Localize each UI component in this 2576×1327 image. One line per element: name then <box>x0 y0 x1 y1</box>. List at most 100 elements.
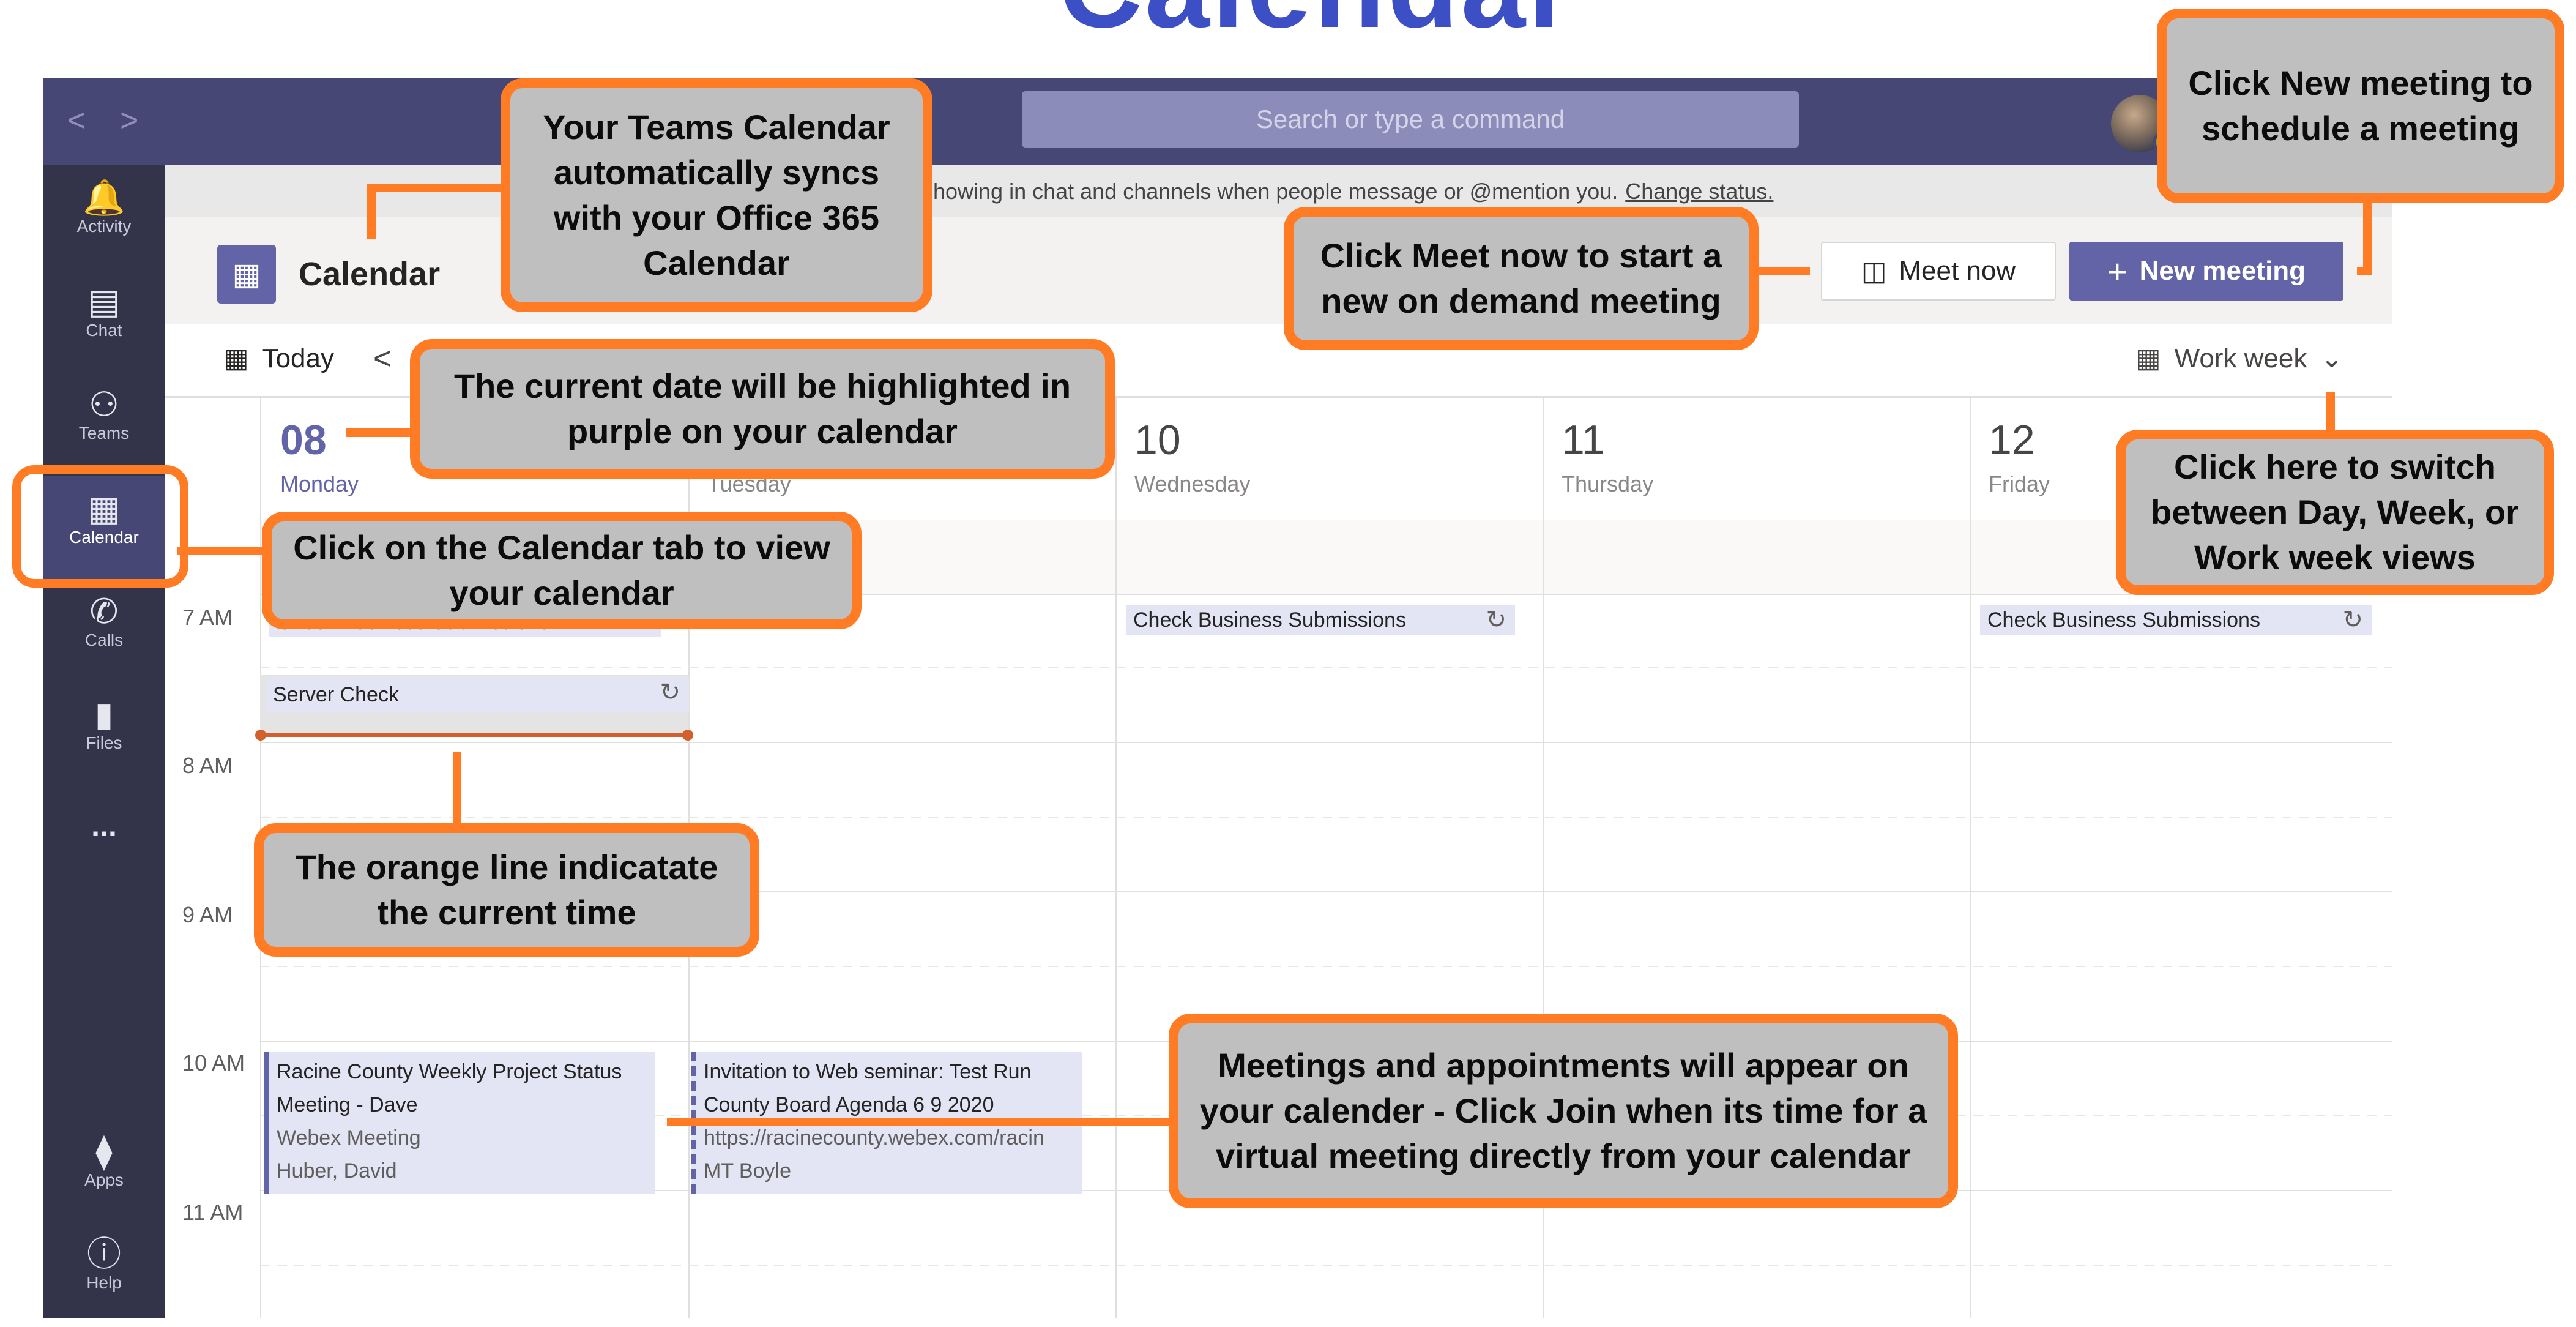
today-button[interactable]: ▦ Today <box>223 343 334 374</box>
event-organizer: Huber, David <box>277 1159 397 1183</box>
day-number: 12 <box>1989 417 2035 463</box>
rail-item-label: Files <box>86 733 122 752</box>
teams-icon: ⚇ <box>88 385 120 424</box>
event-title: Check Business Submissions <box>1987 608 2260 632</box>
day-name: Wednesday <box>1134 471 1251 496</box>
chat-icon: ▤ <box>87 282 121 321</box>
banner-title: Calendar <box>1059 0 1576 54</box>
callout-new-meeting: Click New meeting to schedule a meeting <box>2157 9 2564 203</box>
rail-item-teams[interactable]: ⚇ Teams <box>43 386 165 477</box>
chevron-down-icon: ⌄ <box>2320 343 2343 373</box>
new-meeting-button[interactable]: + New meeting <box>2069 242 2343 301</box>
day-header-thursday[interactable]: 11 Thursday <box>1543 398 1970 502</box>
event-location: Webex Meeting <box>277 1126 421 1149</box>
app-rail: 🔔 Activity ▤ Chat ⚇ Teams ▦ Calendar ✆ C… <box>43 165 165 1318</box>
search-input[interactable]: Search or type a command <box>1022 91 1799 148</box>
more-icon: ... <box>91 809 117 843</box>
file-icon: ▮ <box>94 695 114 733</box>
half-hour-line <box>260 817 2392 818</box>
time-label: 9 AM <box>182 902 233 927</box>
recurring-icon: ↻ <box>2342 607 2363 634</box>
day-number: 10 <box>1134 417 1181 463</box>
callout-switch-view: Click here to switch between Day, Week, … <box>2116 430 2554 595</box>
recurring-icon: ↻ <box>1486 607 1506 634</box>
view-switcher[interactable]: ▦ Work week ⌄ <box>2135 343 2343 374</box>
column-divider <box>1970 398 1971 1318</box>
event-server-check[interactable]: Server Check ↻ <box>266 677 689 712</box>
time-label: 8 AM <box>182 753 233 778</box>
rail-item-label: Help <box>86 1273 122 1292</box>
rail-item-label: Teams <box>78 424 130 443</box>
calendar-app-icon: ▦ <box>217 245 276 304</box>
page-title: Calendar <box>299 256 441 293</box>
day-name: Monday <box>280 471 359 496</box>
rail-item-label: Chat <box>86 321 122 340</box>
event-title: Server Check <box>273 683 399 706</box>
callout-orange-line: The orange line indicatate the current t… <box>254 823 759 957</box>
event-check-business-submissions[interactable]: Check Business Submissions ↻ <box>1980 605 2372 635</box>
meet-now-label: Meet now <box>1899 256 2016 286</box>
leader-line <box>2357 267 2372 275</box>
event-title: Check Business Submissions <box>1133 608 1406 632</box>
previous-week-icon[interactable]: < <box>373 340 392 377</box>
search-placeholder: Search or type a command <box>1256 105 1565 133</box>
leader-line <box>667 1118 1175 1126</box>
callout-calendar-tab: Click on the Calendar tab to view your c… <box>262 512 862 629</box>
day-name: Thursday <box>1562 471 1654 496</box>
forward-arrow-icon[interactable]: > <box>120 102 138 139</box>
rail-item-files[interactable]: ▮ Files <box>43 695 165 787</box>
event-location: https://racinecounty.webex.com/racin <box>704 1126 1044 1149</box>
callout-meet-now: Click Meet now to start a new on demand … <box>1284 207 1759 350</box>
rail-item-help[interactable]: ⓘ Help <box>43 1235 165 1327</box>
rail-item-activity[interactable]: 🔔 Activity <box>43 179 165 271</box>
rail-item-chat[interactable]: ▤ Chat <box>43 283 165 375</box>
event-title: Invitation to Web seminar: Test Run Coun… <box>704 1060 1032 1116</box>
callout-meetings: Meetings and appointments will appear on… <box>1169 1014 1958 1208</box>
recurring-icon: ↻ <box>660 679 680 706</box>
event-title: Racine County Weekly Project Status Meet… <box>277 1060 622 1116</box>
day-number: 08 <box>280 417 327 463</box>
plus-icon: + <box>2107 252 2127 291</box>
change-status-link[interactable]: Change status. <box>1625 179 1773 204</box>
event-racine-county-weekly[interactable]: Racine County Weekly Project Status Meet… <box>264 1052 655 1194</box>
video-camera-icon: ◫ <box>1861 256 1887 286</box>
calendar-view-icon: ▦ <box>2135 343 2161 373</box>
rail-item-label: Apps <box>84 1170 124 1189</box>
bell-icon: 🔔 <box>83 178 125 217</box>
hour-line <box>260 742 2392 743</box>
rail-item-label: Calls <box>84 630 124 649</box>
leader-line <box>177 547 269 555</box>
back-arrow-icon[interactable]: < <box>67 102 86 139</box>
leader-line <box>453 752 461 831</box>
calendar-tab-highlight <box>12 465 188 588</box>
rail-item-apps[interactable]: ⧫ Apps <box>43 1132 165 1224</box>
leader-line <box>1750 267 1810 275</box>
current-time-line <box>255 730 693 741</box>
day-header-wednesday[interactable]: 10 Wednesday <box>1116 398 1543 502</box>
half-hour-line <box>260 966 2392 967</box>
today-label: Today <box>262 343 334 373</box>
calendar-header: ▦ Calendar ◫ Meet now + New meeting <box>165 217 2392 324</box>
event-check-business-submissions[interactable]: Check Business Submissions ↻ <box>1126 605 1515 635</box>
new-meeting-label: New meeting <box>2139 256 2306 286</box>
day-number: 11 <box>1562 417 1605 463</box>
leader-line <box>367 184 514 192</box>
time-label: 10 AM <box>182 1050 245 1075</box>
rail-item-more[interactable]: ... <box>43 807 165 862</box>
help-icon: ⓘ <box>87 1235 121 1273</box>
meet-now-button[interactable]: ◫ Meet now <box>1821 242 2056 301</box>
time-label: 7 AM <box>182 605 233 630</box>
title-bar: < > Search or type a command <box>43 78 2392 165</box>
notice-text: howing in chat and channels when people … <box>933 178 1618 204</box>
callout-current-date: The current date will be highlighted in … <box>410 339 1115 479</box>
day-name: Friday <box>1989 471 2050 496</box>
phone-icon: ✆ <box>89 592 119 630</box>
half-hour-line <box>260 667 2392 668</box>
column-divider <box>1115 398 1117 1318</box>
view-label: Work week <box>2174 343 2307 373</box>
rail-item-label: Activity <box>76 217 132 236</box>
calendar-today-icon: ▦ <box>223 343 249 373</box>
time-label: 11 AM <box>182 1200 244 1225</box>
rail-item-calls[interactable]: ✆ Calls <box>43 592 165 684</box>
half-hour-line <box>260 1265 2392 1266</box>
